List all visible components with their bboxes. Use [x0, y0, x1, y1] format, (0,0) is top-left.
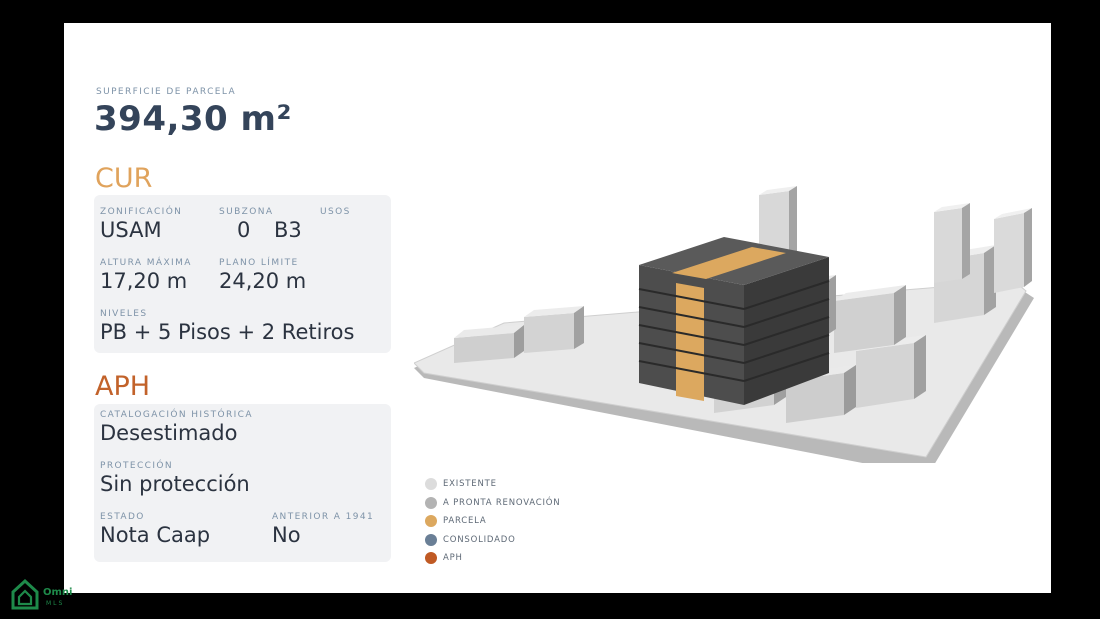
catalogacion-label: CATALOGACIÓN HISTÓRICA [100, 410, 253, 420]
zonificacion-label: ZONIFICACIÓN [100, 207, 183, 217]
zonificacion-value: USAM [100, 218, 162, 242]
legend-item: PARCELA [425, 512, 560, 531]
parcel-building [638, 237, 830, 405]
zonificacion-field: ZONIFICACIÓN USAM [100, 207, 182, 242]
niveles-field: NIVELES PB + 5 Pisos + 2 Retiros [100, 309, 354, 344]
usos-value: B3 [274, 218, 302, 242]
logo-sub: MLS [46, 600, 65, 607]
plano-field: PLANO LÍMITE 24,20 m [219, 258, 306, 293]
anterior-value: No [272, 523, 301, 547]
niveles-label: NIVELES [100, 309, 148, 319]
plano-label: PLANO LÍMITE [219, 258, 299, 268]
legend-label: A PRONTA RENOVACIÓN [443, 497, 561, 508]
legend-dot-consolidado [425, 533, 437, 546]
subzona-value: 0 [237, 218, 251, 242]
legend-item: A PRONTA RENOVACIÓN [425, 494, 560, 513]
altura-value: 17,20 m [100, 269, 188, 293]
niveles-value: PB + 5 Pisos + 2 Retiros [100, 320, 355, 344]
aph-title: APH [95, 371, 151, 402]
surface-value: 394,30 m² [94, 99, 292, 139]
estado-label: ESTADO [100, 512, 145, 522]
proteccion-field: PROTECCIÓN Sin protección [100, 461, 250, 496]
legend-dot-aph [425, 552, 437, 565]
catalogacion-field: CATALOGACIÓN HISTÓRICA Desestimado [100, 410, 253, 445]
legend-label: PARCELA [443, 516, 487, 527]
legend-item: EXISTENTE [425, 475, 560, 494]
legend-item: APH [425, 549, 560, 568]
estado-value: Nota Caap [100, 523, 211, 547]
surface-label: SUPERFICIE DE PARCELA [96, 87, 237, 97]
plano-value: 24,20 m [219, 269, 307, 293]
altura-field: ALTURA MÁXIMA 17,20 m [100, 258, 192, 293]
slide: SUPERFICIE DE PARCELA 394,30 m² CUR ZONI… [64, 23, 1051, 593]
legend-dot-renovacion [425, 496, 437, 509]
legend-label: CONSOLIDADO [443, 534, 516, 545]
legend-dot-parcela [425, 515, 437, 528]
proteccion-label: PROTECCIÓN [100, 461, 173, 471]
map-legend: EXISTENTE A PRONTA RENOVACIÓN PARCELA CO… [425, 475, 560, 568]
logo-name: Omni [43, 587, 73, 598]
usos-field: USOS B3 [274, 207, 351, 242]
subzona-field: SUBZONA 0 [219, 207, 273, 242]
subzona-label: SUBZONA [219, 207, 274, 217]
proteccion-value: Sin protección [100, 472, 250, 496]
cur-card: ZONIFICACIÓN USAM SUBZONA 0 USOS B3 ALTU… [94, 195, 391, 353]
city-block-3d-model [414, 186, 1034, 463]
anterior-label: ANTERIOR A 1941 [272, 512, 375, 522]
legend-label: EXISTENTE [443, 479, 497, 490]
aph-card: CATALOGACIÓN HISTÓRICA Desestimado PROTE… [94, 404, 391, 562]
usos-label: USOS [320, 207, 351, 217]
legend-item: CONSOLIDADO [425, 531, 560, 550]
catalogacion-value: Desestimado [100, 421, 238, 445]
anterior-field: ANTERIOR A 1941 No [272, 512, 374, 547]
altura-label: ALTURA MÁXIMA [100, 258, 192, 268]
legend-dot-existente [425, 478, 437, 491]
cur-title: CUR [95, 163, 153, 194]
legend-label: APH [443, 553, 463, 564]
estado-field: ESTADO Nota Caap [100, 512, 210, 547]
